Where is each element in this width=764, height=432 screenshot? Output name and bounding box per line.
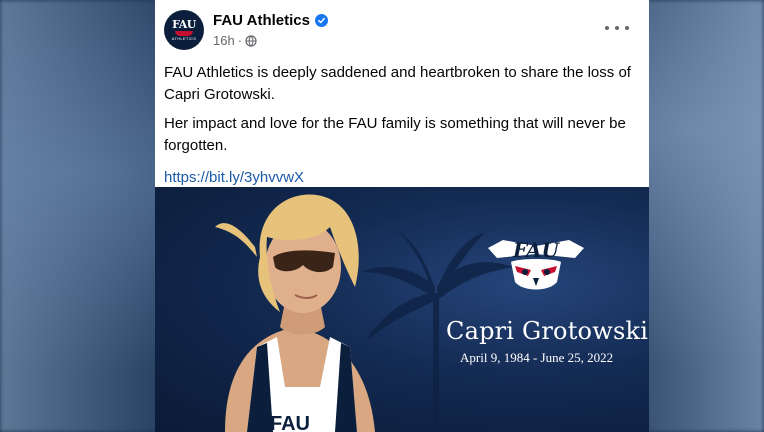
post-link[interactable]: https://bit.ly/3yhvvwX [164,167,639,189]
person-photo: FAU [215,194,375,432]
memorial-image[interactable]: FAU FAU Capri Grotowski April 9, 1984 - … [155,187,649,432]
logo-text: FAU [512,238,561,262]
post-paragraph-2: Her impact and love for the FAU family i… [164,115,626,154]
post-paragraph-1: FAU Athletics is deeply saddened and hea… [164,64,631,103]
more-options-icon[interactable] [605,20,629,36]
page-name-link[interactable]: FAU Athletics [213,12,328,29]
page-name[interactable]: FAU Athletics [213,12,310,29]
page-avatar[interactable]: FAU ATHLETICS [164,10,204,50]
memorial-name: Capri Grotowski [446,317,649,345]
avatar-subtext: ATHLETICS [171,35,197,41]
meta-separator: · [237,33,243,48]
memorial-dates: April 9, 1984 - June 25, 2022 [460,350,614,365]
globe-icon [245,34,257,47]
avatar-logo-text: FAU [172,17,196,31]
verified-badge-icon [314,14,328,27]
post-body: FAU Athletics is deeply saddened and hea… [164,62,639,189]
fau-logo: FAU [488,238,584,290]
post-meta: 16h · [213,33,257,48]
facebook-post-card: FAU ATHLETICS FAU Athletics 16h · FAU At… [155,0,649,432]
post-header: FAU ATHLETICS FAU Athletics 16h · [155,0,649,60]
jersey-text: FAU [270,413,310,432]
post-timestamp[interactable]: 16h [213,33,235,48]
